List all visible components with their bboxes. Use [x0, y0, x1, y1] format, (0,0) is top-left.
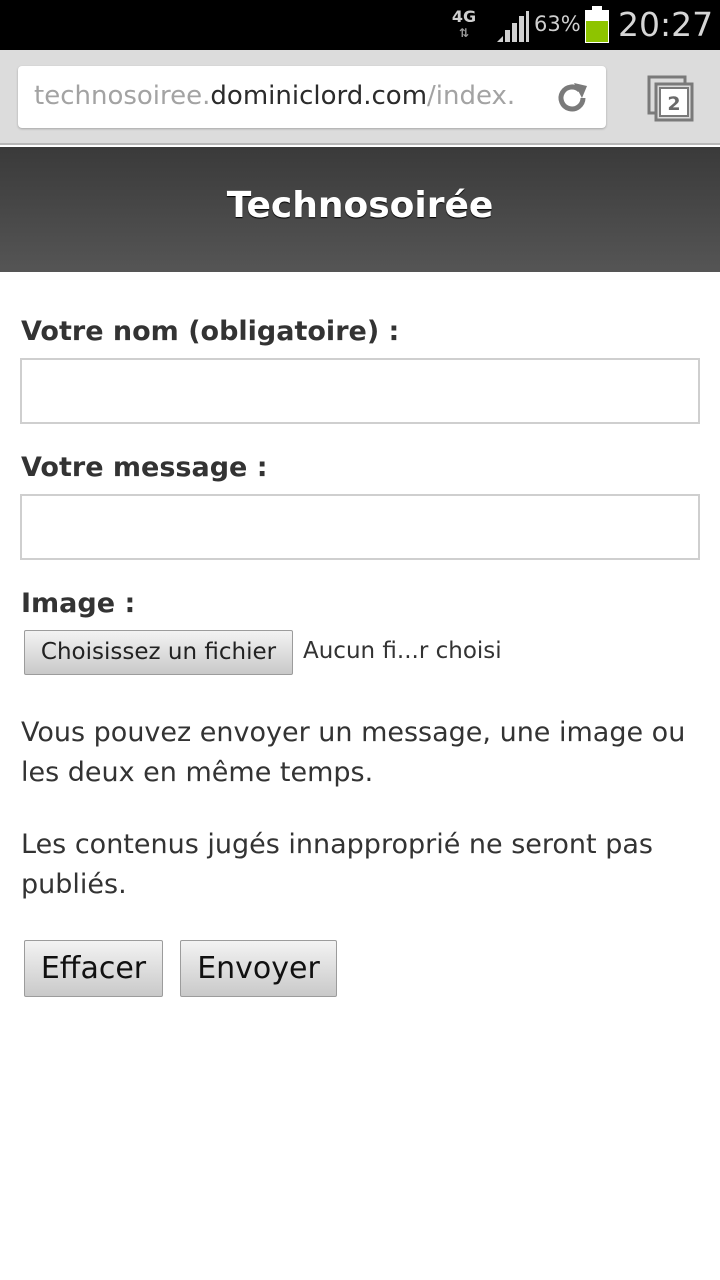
tabs-icon: 2: [647, 75, 694, 122]
status-bar: 4G ⇅ 63% 20:27: [0, 0, 720, 50]
battery-percent: 63%: [534, 12, 581, 36]
message-input[interactable]: [20, 494, 700, 560]
url-text: technosoiree.dominiclord.com/index.: [34, 81, 515, 111]
info-paragraph: Vous pouvez envoyer un message, une imag…: [21, 717, 686, 788]
signal-icon: [497, 11, 529, 42]
name-label: Votre nom (obligatoire) :: [21, 316, 400, 347]
address-bar[interactable]: technosoiree.dominiclord.com/index.: [18, 66, 606, 128]
reload-icon[interactable]: [552, 78, 592, 118]
battery-icon: [585, 6, 609, 43]
url-prefix: technosoiree.: [34, 81, 211, 111]
data-arrows-icon: ⇅: [458, 26, 470, 40]
clock: 20:27: [618, 5, 714, 44]
network-type: 4G: [451, 7, 477, 26]
send-button[interactable]: Envoyer: [180, 940, 337, 997]
network-4g-icon: 4G ⇅: [450, 8, 478, 44]
page-title: Technosoirée: [226, 185, 494, 226]
choose-file-button[interactable]: Choisissez un fichier: [24, 630, 293, 675]
clear-button[interactable]: Effacer: [24, 940, 163, 997]
file-status: Aucun fi...r choisi: [303, 638, 502, 664]
info-paragraph: Les contenus jugés innapproprié ne seron…: [21, 829, 653, 900]
browser-toolbar: technosoiree.dominiclord.com/index. 2: [0, 50, 720, 145]
tab-count: 2: [667, 93, 680, 115]
url-path: /index.: [427, 81, 516, 111]
name-input[interactable]: [20, 358, 700, 424]
tabs-button[interactable]: 2: [646, 74, 696, 122]
message-label: Votre message :: [21, 452, 268, 483]
image-label: Image :: [21, 588, 136, 619]
page-header: Technosoirée: [0, 147, 720, 272]
url-host: dominiclord.com: [210, 81, 428, 111]
